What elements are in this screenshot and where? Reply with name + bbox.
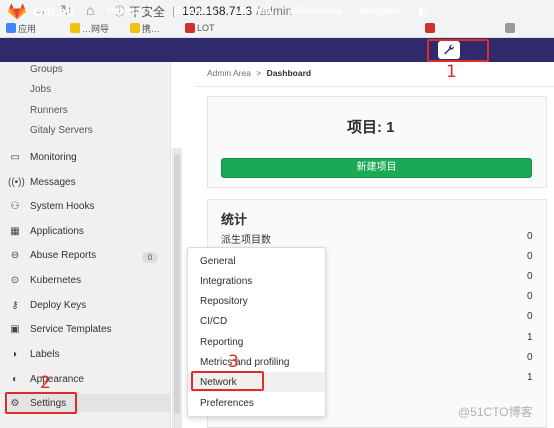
menu-snippets[interactable]: Snippets xyxy=(359,6,401,17)
chevron-down-icon: ▾ xyxy=(148,7,153,16)
settings-menu-metrics-profiling[interactable]: Metrics and profiling xyxy=(200,357,289,368)
bookmark-apps[interactable]: 应用 xyxy=(6,22,36,34)
sidebar-subitem-groups[interactable]: Groups xyxy=(30,64,63,75)
annotation-box-network xyxy=(191,371,264,391)
appearance-icon: ◐ xyxy=(11,373,19,385)
sidebar-item-abuse-reports[interactable]: ⊖ Abuse Reports xyxy=(8,246,96,264)
bookmark-favicon-icon xyxy=(185,23,195,33)
gitlab-brand[interactable]: GitLab xyxy=(33,4,74,19)
settings-menu-cicd[interactable]: CI/CD xyxy=(200,316,227,327)
breadcrumb-current: Dashboard xyxy=(266,68,312,78)
settings-menu-integrations[interactable]: Integrations xyxy=(200,276,252,287)
sidebar-item-monitoring[interactable]: ▭ Monitoring xyxy=(8,148,76,166)
settings-menu-reporting[interactable]: Reporting xyxy=(200,337,243,348)
sidebar-subitem-gitaly-servers[interactable]: Gitaly Servers xyxy=(30,125,93,136)
stat-value: 0 xyxy=(527,251,533,262)
statistics-title: 统计 xyxy=(221,212,248,227)
kubernetes-icon: ⊙ xyxy=(10,274,20,286)
menu-projects[interactable]: Projects ▾ xyxy=(107,6,152,17)
watermark: @51CTO博客 xyxy=(458,405,533,419)
settings-menu-preferences[interactable]: Preferences xyxy=(200,398,254,409)
sidebar-item-service-templates[interactable]: ▣ Service Templates xyxy=(8,320,111,338)
bookmark-favicon-icon xyxy=(425,23,435,33)
menu-groups[interactable]: Groups ▾ xyxy=(174,6,216,17)
abuse-reports-count-badge: 0 xyxy=(142,252,158,263)
annotation-box-settings xyxy=(5,392,77,414)
folder-icon xyxy=(70,23,80,33)
breadcrumb-divider xyxy=(196,86,554,87)
key-icon: ⚷ xyxy=(11,299,19,311)
service-templates-icon: ▣ xyxy=(10,323,20,335)
browser-toolbar: ← → ↻ ⌂ ⓘ 不安全 | 192.168.71.3/admin 应用 …网… xyxy=(0,0,554,38)
stat-value: 0 xyxy=(527,311,533,322)
bookmark-favicon-icon xyxy=(505,23,515,33)
sidebar-item-messages[interactable]: ((•)) Messages xyxy=(8,173,76,191)
gitlab-logo-icon[interactable] xyxy=(8,4,26,20)
bookmark-item[interactable] xyxy=(505,22,515,34)
sidebar-item-kubernetes[interactable]: ⊙ Kubernetes xyxy=(8,271,81,289)
annotation-number-3: 3 xyxy=(228,352,239,372)
stat-value: 0 xyxy=(527,271,533,282)
sidebar-scrollbar[interactable] xyxy=(172,148,182,428)
stat-label-forks: 派生项目数 xyxy=(221,235,271,246)
breadcrumb-separator: > xyxy=(256,68,262,78)
stat-value: 1 xyxy=(527,372,533,383)
chart-icon[interactable]: ▮▯ xyxy=(417,5,431,19)
chevron-down-icon: ▾ xyxy=(211,7,216,16)
hook-icon: ⚇ xyxy=(10,200,20,212)
bookmark-item[interactable]: 携… xyxy=(130,22,160,34)
bookmark-item[interactable] xyxy=(425,22,435,34)
folder-icon xyxy=(130,23,140,33)
annotation-number-1: 1 xyxy=(446,62,457,82)
projects-count-title: 项目: 1 xyxy=(347,119,395,136)
applications-icon: ▦ xyxy=(10,225,20,237)
bookmarks-bar: 应用 …网导 携… LOT xyxy=(0,22,554,36)
sidebar-item-labels[interactable]: ◗ Labels xyxy=(8,345,60,363)
stat-value: 1 xyxy=(527,332,533,343)
breadcrumb-admin-area[interactable]: Admin Area xyxy=(207,68,251,78)
settings-menu-repository[interactable]: Repository xyxy=(200,296,248,307)
sidebar-subitem-runners[interactable]: Runners xyxy=(30,105,68,116)
scrollbar-thumb[interactable] xyxy=(174,154,180,414)
stat-value: 0 xyxy=(527,291,533,302)
sidebar-item-system-hooks[interactable]: ⚇ System Hooks xyxy=(8,197,95,215)
menu-activity[interactable]: Activity xyxy=(238,6,274,17)
annotation-box-admin xyxy=(427,39,489,62)
stat-value: 0 xyxy=(527,231,533,242)
bookmark-item[interactable]: …网导 xyxy=(70,22,109,34)
sidebar-subitem-jobs[interactable]: Jobs xyxy=(30,84,51,95)
new-project-button[interactable]: 新建项目 xyxy=(221,158,532,178)
stat-value: 0 xyxy=(527,352,533,363)
monitoring-icon: ▭ xyxy=(10,151,20,163)
messages-icon: ((•)) xyxy=(8,176,25,188)
sidebar-item-applications[interactable]: ▦ Applications xyxy=(8,222,84,240)
settings-menu-general[interactable]: General xyxy=(200,256,236,267)
menu-milestones[interactable]: Milestones xyxy=(290,6,342,17)
labels-icon: ◗ xyxy=(11,348,19,360)
breadcrumb: Admin Area > Dashboard xyxy=(207,68,311,78)
bookmark-item[interactable]: LOT xyxy=(185,22,215,34)
annotation-number-2: 2 xyxy=(40,373,51,393)
apps-icon xyxy=(6,23,16,33)
abuse-reports-icon: ⊖ xyxy=(10,249,20,261)
sidebar-item-deploy-keys[interactable]: ⚷ Deploy Keys xyxy=(8,296,86,314)
home-icon[interactable]: ⌂ xyxy=(86,2,94,18)
